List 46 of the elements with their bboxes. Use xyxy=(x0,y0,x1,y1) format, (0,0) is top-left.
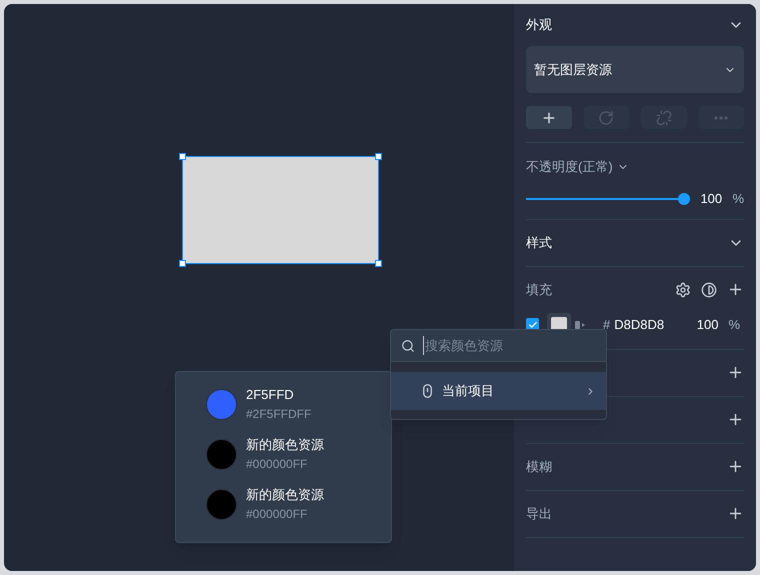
opacity-slider[interactable] xyxy=(526,192,690,204)
more-icon xyxy=(714,116,728,120)
hex-value[interactable]: D8D8D8 xyxy=(614,314,664,334)
plus-icon[interactable] xyxy=(727,458,744,475)
percent-unit: % xyxy=(728,316,740,334)
plus-icon[interactable] xyxy=(727,364,744,381)
project-menu-item[interactable]: 当前项目 xyxy=(391,372,606,410)
color-value: #2F5FFDFF xyxy=(246,407,312,421)
resize-handle[interactable] xyxy=(179,260,186,267)
settings-icon[interactable] xyxy=(675,282,691,298)
add-button[interactable] xyxy=(526,106,572,129)
search-box[interactable]: 搜索颜色资源 xyxy=(391,330,606,362)
layer-dropdown[interactable]: 暂无图层资源 xyxy=(526,46,744,93)
section-title: 导出 xyxy=(526,504,552,523)
percent-unit: % xyxy=(732,190,744,208)
color-value: #000000FF xyxy=(246,507,308,521)
section-title: 外观 xyxy=(526,16,552,34)
resize-handle[interactable] xyxy=(375,153,382,160)
color-name: 新的颜色资源 xyxy=(246,437,324,453)
contrast-icon[interactable] xyxy=(701,282,717,298)
search-field[interactable]: 搜索颜色资源 xyxy=(423,336,593,356)
section-title: 模糊 xyxy=(526,458,552,476)
color-value: #000000FF xyxy=(246,457,308,471)
unlink-icon xyxy=(656,110,672,126)
color-name: 新的颜色资源 xyxy=(246,487,324,503)
fill-label: 填充 xyxy=(526,280,552,299)
color-resource-item[interactable]: 2F5FFD #2F5FFDFF xyxy=(176,382,391,426)
resize-handle[interactable] xyxy=(375,260,382,267)
opacity-value: 100 xyxy=(700,190,724,208)
refresh-icon xyxy=(598,110,614,126)
slider-thumb[interactable] xyxy=(678,192,690,204)
resize-handle[interactable] xyxy=(179,153,186,160)
search-icon xyxy=(401,338,415,352)
plus-icon xyxy=(540,110,557,126)
fill-type-icon[interactable] xyxy=(575,320,585,330)
color-resource-item[interactable]: 新的颜色资源 #000000FF xyxy=(176,482,391,526)
color-name: 2F5FFD xyxy=(246,387,295,403)
plus-icon[interactable] xyxy=(727,505,744,522)
color-resource-item[interactable]: 新的颜色资源 #000000FF xyxy=(176,432,391,476)
hash-sign: # xyxy=(603,316,610,334)
capsule-icon xyxy=(423,384,432,398)
plus-icon[interactable] xyxy=(727,281,744,298)
plus-icon[interactable] xyxy=(727,411,744,428)
opacity-label: 不透明度(正常) xyxy=(526,158,613,176)
section-title: 样式 xyxy=(526,234,552,252)
fill-opacity[interactable]: 100 xyxy=(696,314,718,334)
